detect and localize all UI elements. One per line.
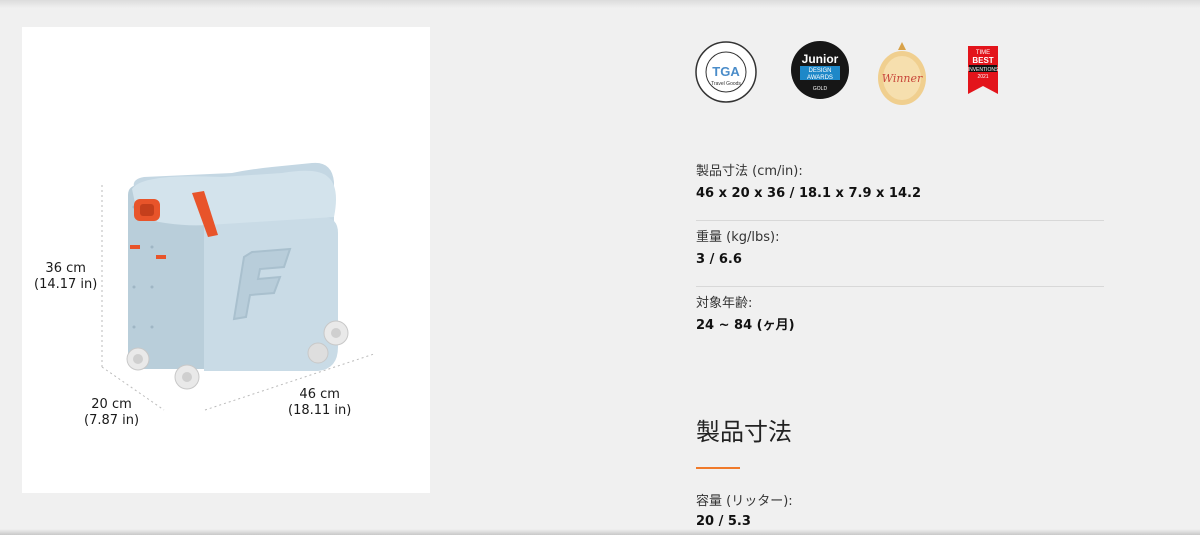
- depth-imperial: (7.87 in): [84, 413, 140, 428]
- svg-text:AWARDS: AWARDS: [807, 75, 833, 81]
- spec-row-age: 対象年齢: 24 ~ 84 (ヶ月): [696, 287, 1104, 352]
- height-dimension-label: 36 cm (14.17 in): [34, 261, 97, 293]
- winner-medal-badge-icon: Winner: [876, 40, 928, 110]
- spec-label: 重量 (kg/lbs):: [696, 230, 780, 245]
- section-accent-line: [696, 467, 740, 469]
- awards-row: TGA Travel Goods Junior DESIGN AWARDS GO…: [694, 40, 1024, 110]
- spec-value: 3 / 6.6: [696, 252, 742, 267]
- width-imperial: (18.11 in): [288, 403, 352, 418]
- width-metric: 46 cm: [299, 387, 340, 402]
- depth-metric: 20 cm: [91, 397, 132, 412]
- spec-value: 24 ~ 84 (ヶ月): [696, 318, 795, 333]
- bottom-shadow: [0, 529, 1200, 535]
- svg-text:Junior: Junior: [802, 52, 839, 66]
- svg-text:Travel Goods: Travel Goods: [711, 81, 741, 87]
- capacity-value: 20 / 5.3: [696, 514, 751, 529]
- spec-row-dimensions: 製品寸法 (cm/in): 46 x 20 x 36 / 18.1 x 7.9 …: [696, 155, 1104, 221]
- product-innovation-award-badge-icon: TGA Travel Goods: [694, 40, 758, 108]
- section-title: 製品寸法: [696, 418, 792, 446]
- spec-list: 製品寸法 (cm/in): 46 x 20 x 36 / 18.1 x 7.9 …: [696, 155, 1104, 352]
- time-best-inventions-badge-icon: TIME BEST INVENTIONS 2021: [966, 46, 1000, 100]
- svg-text:TGA: TGA: [712, 64, 740, 79]
- capacity-label: 容量 (リッター):: [696, 494, 793, 509]
- depth-dimension-label: 20 cm (7.87 in): [84, 397, 139, 429]
- svg-text:DESIGN: DESIGN: [808, 68, 831, 74]
- svg-text:BEST: BEST: [972, 56, 993, 65]
- svg-text:Winner: Winner: [882, 72, 923, 85]
- spec-value: 46 x 20 x 36 / 18.1 x 7.9 x 14.2: [696, 186, 921, 201]
- spec-label: 対象年齢:: [696, 296, 753, 311]
- svg-text:GOLD: GOLD: [813, 86, 828, 92]
- spec-row-weight: 重量 (kg/lbs): 3 / 6.6: [696, 221, 1104, 287]
- height-metric: 36 cm: [45, 261, 86, 276]
- top-shadow: [0, 0, 1200, 8]
- product-image-panel: 36 cm (14.17 in) 20 cm (7.87 in) 46 cm (…: [22, 27, 430, 493]
- height-imperial: (14.17 in): [34, 277, 98, 292]
- svg-text:INVENTIONS: INVENTIONS: [968, 67, 999, 73]
- spec-label: 製品寸法 (cm/in):: [696, 164, 803, 179]
- width-dimension-label: 46 cm (18.11 in): [288, 387, 351, 419]
- svg-text:2021: 2021: [977, 74, 988, 80]
- junior-design-awards-badge-icon: Junior DESIGN AWARDS GOLD: [790, 40, 850, 104]
